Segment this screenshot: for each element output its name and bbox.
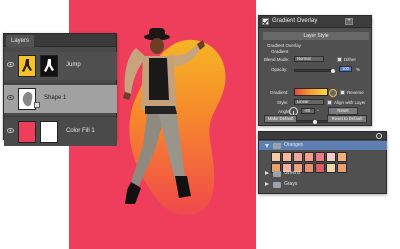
swatch-group-name: Grays [284, 181, 298, 187]
folder-icon [273, 171, 281, 177]
visibility-eye-icon[interactable] [7, 62, 14, 67]
layer-row-jump[interactable]: Jump [4, 52, 117, 80]
swatch-group-name: Greens [284, 170, 301, 176]
section-subtitle: Gradient [271, 49, 289, 54]
blend-mode-select[interactable]: Normal [294, 56, 324, 62]
chevron-right-icon[interactable] [265, 182, 269, 186]
divider [4, 116, 117, 117]
style-label: Style: [277, 100, 289, 105]
layer-row-shape-1[interactable]: Shape 1 [4, 85, 117, 113]
swatch[interactable] [326, 152, 336, 162]
folder-icon [273, 182, 281, 188]
dither-checkbox[interactable] [337, 57, 342, 62]
gradient-overlay-panel: Gradient Overlay + Layer Style Gradient … [258, 15, 372, 126]
folder-icon [273, 143, 281, 149]
swatch-group-grays[interactable]: Grays [259, 180, 387, 189]
align-with-layer-label: Align with Layer [334, 100, 366, 105]
reverse-checkbox[interactable] [340, 90, 345, 95]
tab-layers[interactable]: Layers [6, 35, 35, 47]
blend-mode-label: Blend Mode: [264, 57, 290, 62]
percent-unit: % [356, 67, 361, 72]
opacity-input[interactable]: 100 [339, 66, 352, 72]
panel-header: Gradient Overlay + [259, 16, 371, 28]
layer-name: Jump [66, 62, 81, 68]
add-effect-button[interactable]: + [345, 18, 353, 25]
style-select[interactable]: Linear [294, 99, 324, 105]
section-title: Gradient Overlay [267, 43, 302, 48]
opacity-slider[interactable] [294, 69, 335, 73]
opacity-label: Opacity: [271, 67, 288, 72]
layer-name: Shape 1 [44, 95, 67, 101]
swatch[interactable] [282, 152, 292, 162]
visibility-eye-icon[interactable] [7, 128, 14, 133]
visibility-eye-icon[interactable] [7, 95, 14, 100]
layers-panel-tabbar: Layers [4, 34, 116, 47]
swatch-group-oranges[interactable]: Oranges [259, 141, 387, 150]
swatch-group-name: Oranges [284, 142, 304, 148]
gradient-label: Gradient: [270, 90, 289, 95]
panel-title: Gradient Overlay [272, 18, 318, 24]
scale-slider-handle[interactable] [313, 120, 317, 124]
layer-thumbnail [18, 121, 36, 143]
layer-row-color-fill-1[interactable]: Color Fill 1 [4, 118, 117, 146]
swatch-group-greens[interactable]: Greens [259, 169, 387, 178]
swatch[interactable] [315, 152, 325, 162]
reverse-label: Reverse [347, 90, 364, 95]
angle-input[interactable]: -90 [301, 108, 315, 114]
chevron-right-icon[interactable] [265, 171, 269, 175]
divider [4, 83, 117, 84]
dither-label: Dither [344, 57, 357, 62]
swatch[interactable] [337, 152, 347, 162]
align-with-layer-checkbox[interactable] [327, 100, 332, 105]
swatch[interactable] [271, 152, 281, 162]
layers-panel: Layers Jump Shape 1 Color Fill 1 [3, 33, 117, 146]
shape-layer-badge-icon [34, 102, 40, 108]
effect-enabled-checkbox[interactable] [262, 18, 269, 25]
gradient-picker[interactable] [294, 88, 328, 96]
layer-mask-thumbnail [40, 55, 58, 77]
layer-style-title: Layer Style [263, 32, 369, 40]
swatch[interactable] [304, 152, 314, 162]
opacity-slider-handle[interactable] [331, 69, 335, 73]
design-app-screen: Layers Jump Shape 1 Color Fill 1 Gradien… [0, 0, 400, 249]
gear-icon[interactable] [376, 133, 382, 139]
gradient-dropdown-icon[interactable] [329, 89, 337, 97]
make-default-button[interactable]: Make Default [264, 115, 297, 123]
chevron-down-icon[interactable] [265, 144, 269, 148]
layer-thumbnail [18, 55, 36, 77]
gradient-swatches-panel: Oranges Greens Grays [258, 131, 387, 194]
layer-mask-thumbnail [40, 121, 58, 143]
degree-unit: ° [317, 109, 319, 114]
reset-alignment-button[interactable]: Reset Alignment [328, 107, 358, 119]
swatch[interactable] [293, 152, 303, 162]
layer-name: Color Fill 1 [66, 128, 95, 134]
reset-to-default-button[interactable]: Reset to Default [327, 115, 367, 123]
swatches-panel-header [259, 132, 386, 140]
